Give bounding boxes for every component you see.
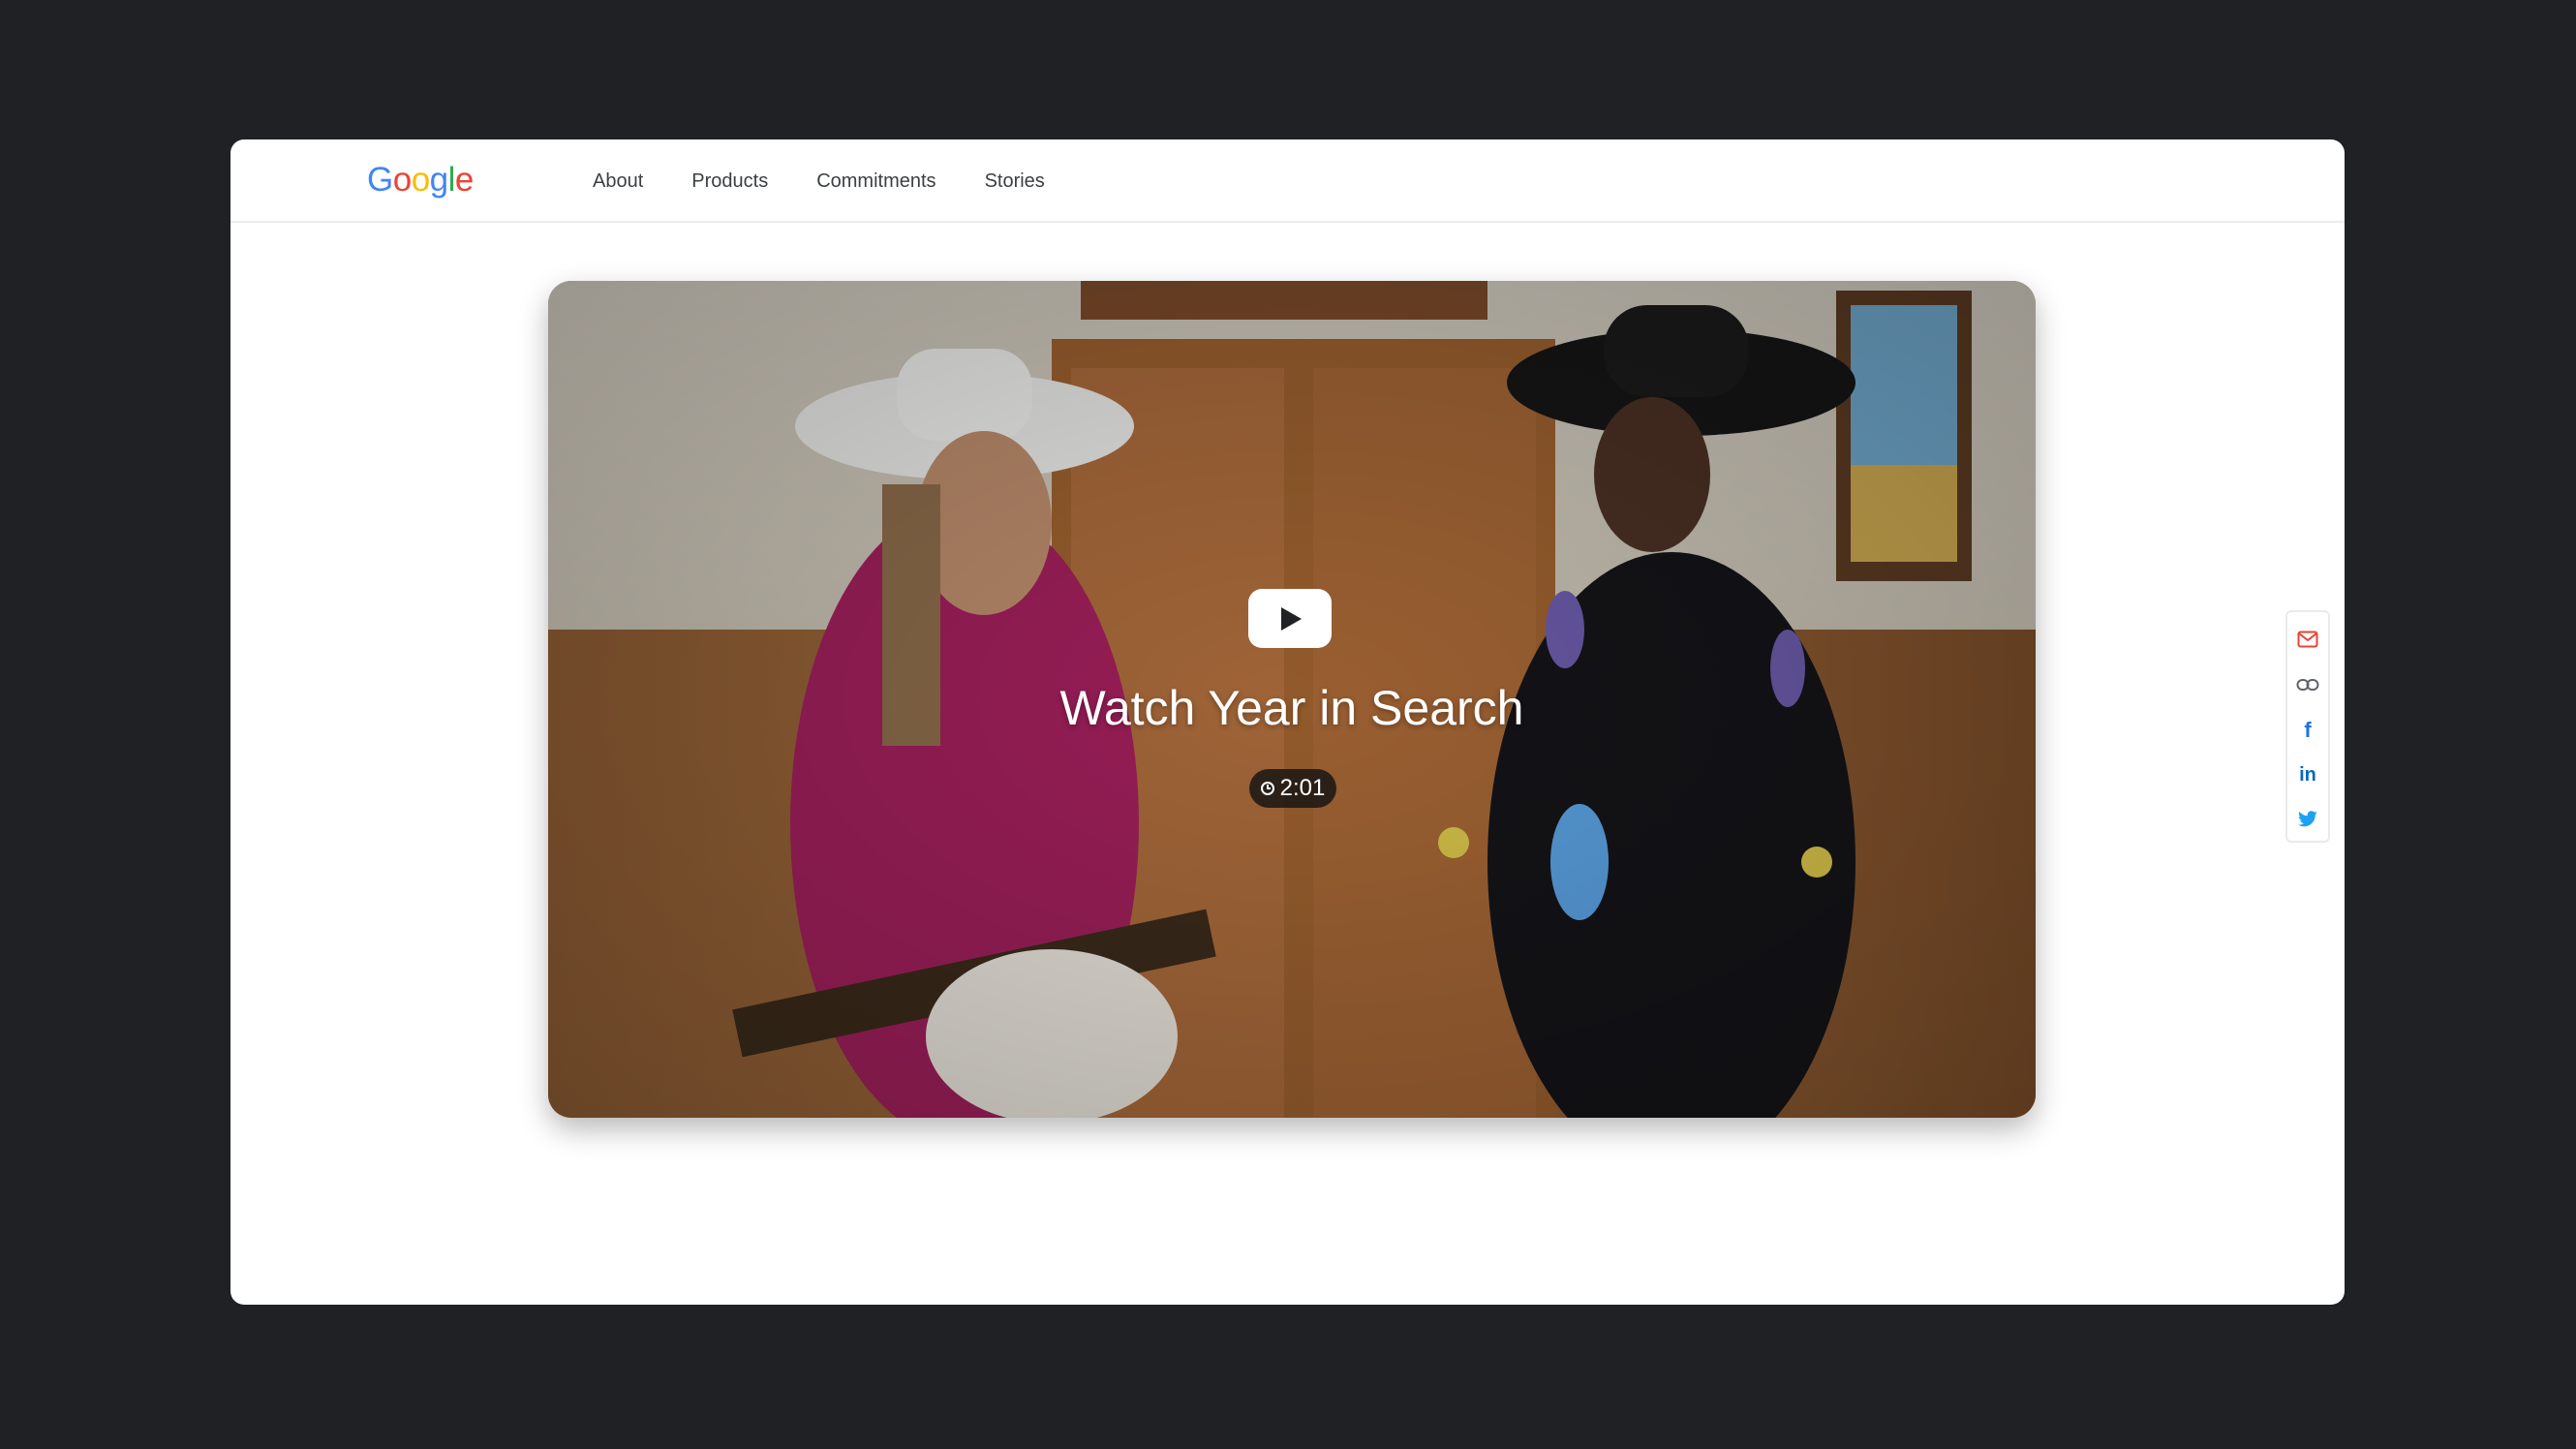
nav-products[interactable]: Products <box>691 167 768 196</box>
clock-icon <box>1260 782 1274 795</box>
nav-links: About Products Commitments Stories <box>593 167 1093 196</box>
share-linkedin-button[interactable]: in <box>2287 755 2328 794</box>
link-icon <box>2296 679 2319 691</box>
share-bar: f in <box>2285 610 2330 843</box>
facebook-icon: f <box>2304 718 2312 742</box>
duration-text: 2:01 <box>1279 775 1326 801</box>
linkedin-icon: in <box>2299 763 2316 786</box>
nav-commitments[interactable]: Commitments <box>816 167 935 196</box>
email-icon <box>2297 631 2318 648</box>
share-facebook-button[interactable]: f <box>2287 711 2328 750</box>
share-email-button[interactable] <box>2287 620 2328 659</box>
top-navigation: Google About Products Commitments Storie… <box>230 139 2345 223</box>
google-logo[interactable]: Google <box>367 161 474 200</box>
video-hero[interactable]: Watch Year in Search 2:01 <box>548 281 2036 1118</box>
logo-letter-e: e <box>454 161 474 199</box>
play-icon <box>1281 607 1302 631</box>
logo-letter-g2: g <box>429 161 448 199</box>
page-window: Google About Products Commitments Storie… <box>230 139 2345 1305</box>
play-button[interactable] <box>1248 589 1332 648</box>
hero-title: Watch Year in Search <box>1059 681 1524 735</box>
logo-letter-l: l <box>447 161 456 199</box>
logo-letter-g1: G <box>367 161 393 199</box>
nav-about[interactable]: About <box>593 167 643 196</box>
share-link-button[interactable] <box>2287 665 2328 704</box>
logo-letter-o2: o <box>411 161 430 199</box>
logo-letter-o1: o <box>392 161 412 199</box>
nav-stories[interactable]: Stories <box>985 167 1045 196</box>
share-twitter-button[interactable] <box>2287 800 2328 839</box>
duration-badge: 2:01 <box>1249 769 1336 808</box>
twitter-icon <box>2298 811 2317 827</box>
